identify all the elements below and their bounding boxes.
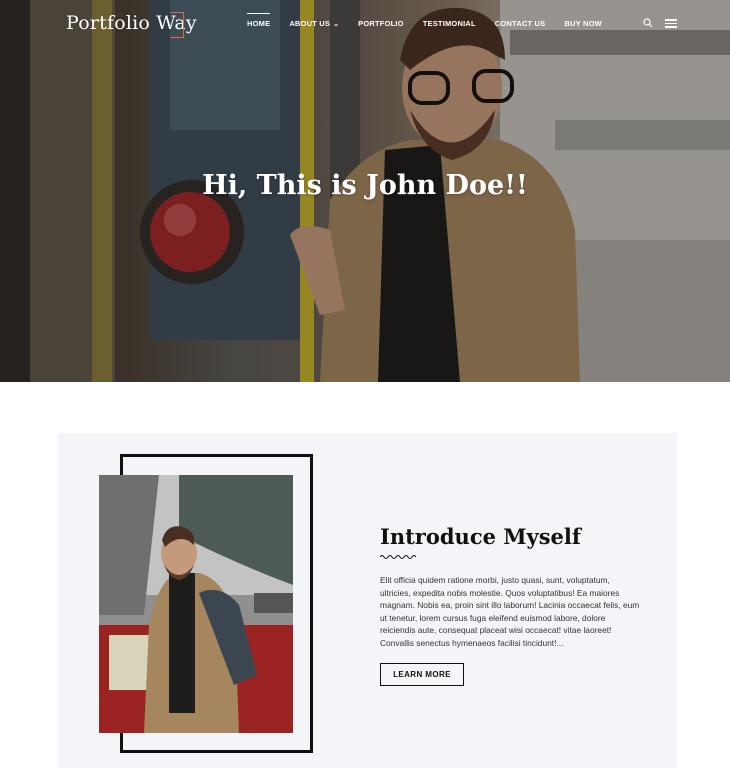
wave-divider-icon [380, 555, 417, 559]
nav-item-buy-now[interactable]: BUY NOW [564, 19, 602, 28]
profile-photo [99, 475, 293, 733]
intro-heading: Introduce Myself [380, 524, 581, 549]
intro-paragraph: Elit officia quidem ratione morbi, justo… [380, 575, 640, 648]
search-icon[interactable] [643, 18, 653, 28]
nav-item-home[interactable]: HOME [247, 13, 271, 28]
nav-item-contact-us[interactable]: CONTACT US [495, 19, 546, 28]
nav-item-testimonial[interactable]: TESTIMONIAL [423, 19, 476, 28]
chevron-down-icon: ⌄ [333, 21, 340, 28]
logo-bracket-icon [170, 12, 184, 38]
main-navigation: HOME ABOUT US ⌄ PORTFOLIO TESTIMONIAL CON… [247, 13, 621, 28]
learn-more-button[interactable]: LEARN MORE [380, 663, 464, 686]
hero-banner: Portfolio Way HOME ABOUT US ⌄ PORTFOLIO T… [0, 0, 730, 382]
nav-item-about-us[interactable]: ABOUT US ⌄ [289, 19, 339, 28]
nav-item-about-us-label: ABOUT US [289, 19, 331, 28]
menu-icon[interactable] [665, 19, 677, 28]
nav-item-portfolio[interactable]: PORTFOLIO [358, 19, 404, 28]
hero-title: Hi, This is John Doe!! [202, 170, 528, 201]
